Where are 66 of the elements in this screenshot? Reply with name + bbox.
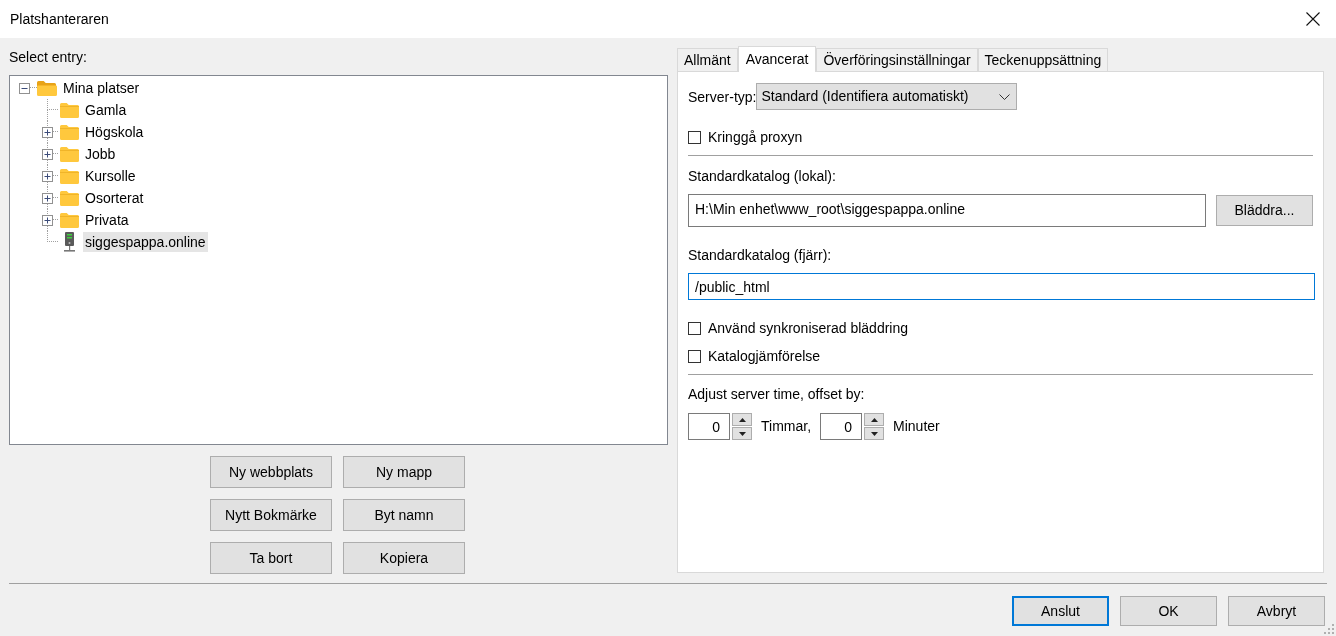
- site-action-button[interactable]: Byt namn: [343, 499, 465, 531]
- checkbox-label[interactable]: Katalogjämförelse: [708, 345, 821, 367]
- tab[interactable]: Avancerat: [737, 46, 817, 72]
- resize-grip-icon[interactable]: [1324, 624, 1334, 634]
- folder-icon: [60, 124, 79, 140]
- unit-label: Minuter: [893, 417, 940, 436]
- tab[interactable]: Teckenuppsättning: [977, 48, 1109, 71]
- checkbox[interactable]: [688, 349, 701, 363]
- dialog-button[interactable]: OK: [1120, 596, 1217, 626]
- unit-label: Timmar,: [761, 417, 812, 436]
- plus-square-icon[interactable]: [42, 148, 53, 160]
- server-type-label: Server-typ:: [688, 87, 757, 107]
- plus-square-icon[interactable]: [42, 126, 53, 138]
- browse-button[interactable]: Bläddra...: [1216, 195, 1313, 226]
- tree-item[interactable]: Privata: [83, 210, 131, 230]
- site-action-button[interactable]: Kopiera: [343, 542, 465, 574]
- folder-icon: [60, 146, 79, 162]
- plus-square-icon[interactable]: [42, 214, 53, 226]
- spin-down-button[interactable]: [864, 427, 885, 440]
- spin-down-button[interactable]: [732, 427, 752, 440]
- tree-item[interactable]: Kursolle: [83, 166, 138, 186]
- hours-field[interactable]: 0: [688, 413, 730, 440]
- time-offset-label: Adjust server time, offset by:: [688, 385, 865, 404]
- dialog-button[interactable]: Anslut: [1012, 596, 1109, 626]
- field-label: Standardkatalog (fjärr):: [688, 246, 832, 265]
- checkbox-label[interactable]: Kringgå proxyn: [708, 126, 803, 148]
- folder-icon: [60, 190, 79, 206]
- site-tree[interactable]: Mina platser Gamla Högskola Jobb Kursolle Osorterat Privata siggespappa.online: [9, 75, 668, 445]
- dialog-button[interactable]: Avbryt: [1228, 596, 1325, 626]
- checkbox-label[interactable]: Använd synkroniserad bläddring: [708, 317, 908, 339]
- server-type-dropdown[interactable]: Standard (Identifiera automatiskt): [756, 83, 1018, 110]
- tree-label: Select entry:: [9, 48, 87, 67]
- tree-item[interactable]: Jobb: [83, 144, 118, 164]
- site-action-button[interactable]: Ny mapp: [343, 456, 465, 488]
- site-action-button[interactable]: Ny webbplats: [210, 456, 332, 488]
- spin-up-button[interactable]: [732, 413, 752, 426]
- tree-item[interactable]: Gamla: [83, 100, 129, 120]
- triangle-up-icon: [738, 417, 746, 422]
- field-label: Standardkatalog (lokal):: [688, 167, 836, 186]
- open-folder-icon: [37, 80, 57, 96]
- triangle-down-icon: [738, 431, 746, 436]
- checkbox[interactable]: [688, 321, 701, 335]
- chevron-down-icon: [999, 93, 1011, 100]
- close-icon: [1306, 12, 1320, 26]
- site-action-button[interactable]: Nytt Bokmärke: [210, 499, 332, 531]
- tree-item[interactable]: Mina platser: [61, 78, 142, 98]
- folder-icon: [60, 102, 79, 118]
- checkbox[interactable]: [688, 130, 701, 144]
- remote-directory-field[interactable]: /public_html: [688, 273, 1315, 300]
- folder-icon: [60, 212, 79, 228]
- minutes-field[interactable]: 0: [820, 413, 863, 440]
- minus-square-icon[interactable]: [19, 82, 30, 94]
- local-directory-field[interactable]: H:\Min enhet\www_root\siggespappa.online: [688, 194, 1206, 227]
- plus-square-icon[interactable]: [42, 170, 53, 182]
- triangle-up-icon: [870, 417, 878, 422]
- tab[interactable]: Allmänt: [677, 48, 738, 71]
- plus-square-icon[interactable]: [42, 192, 53, 204]
- spin-up-button[interactable]: [864, 413, 885, 426]
- tree-item[interactable]: siggespappa.online: [83, 232, 208, 252]
- triangle-down-icon: [870, 431, 878, 436]
- tree-item[interactable]: Osorterat: [83, 188, 146, 208]
- tab[interactable]: Överföringsinställningar: [816, 48, 978, 71]
- folder-icon: [60, 168, 79, 184]
- window-title: Platshanteraren: [9, 9, 109, 29]
- tree-item[interactable]: Högskola: [83, 122, 146, 142]
- site-action-button[interactable]: Ta bort: [210, 542, 332, 574]
